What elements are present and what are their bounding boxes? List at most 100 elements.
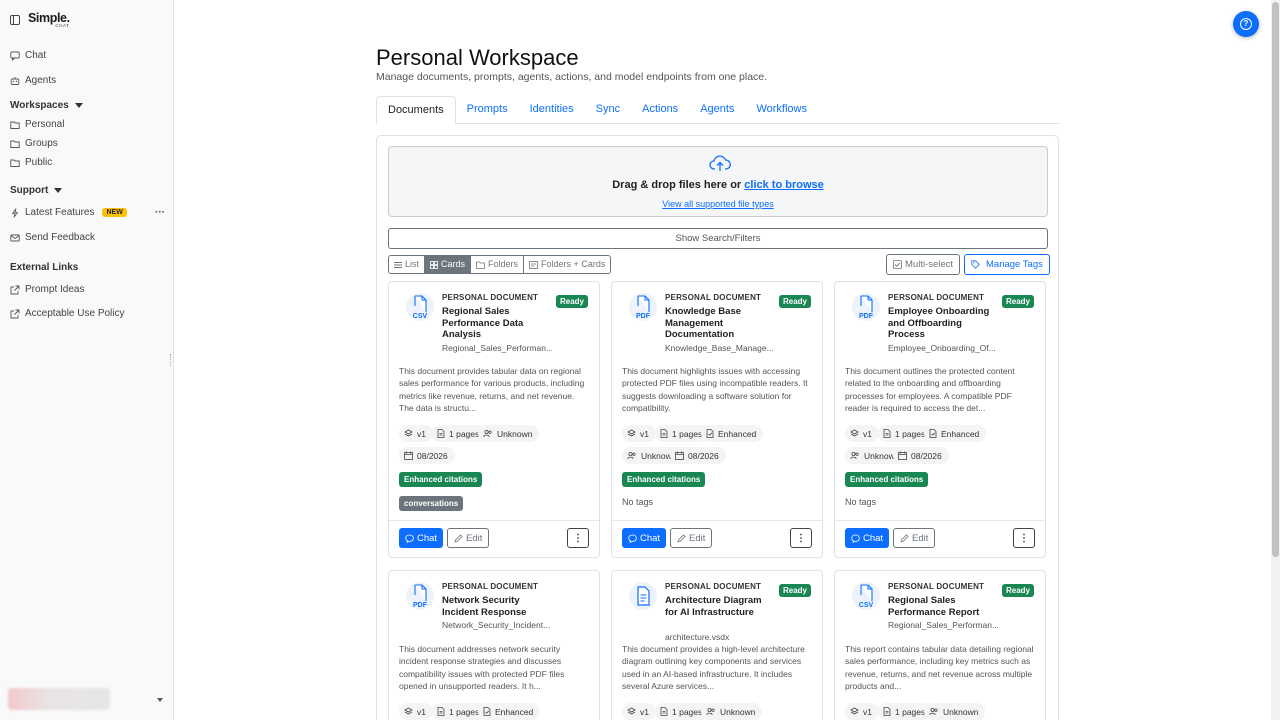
external-links-heading: External Links: [10, 262, 79, 273]
edit-button[interactable]: Edit: [447, 528, 490, 548]
version-chip: v1: [399, 425, 433, 442]
page-icon: [437, 707, 445, 716]
help-button[interactable]: ?: [1233, 11, 1259, 37]
scrollbar-thumb[interactable]: [1272, 2, 1279, 557]
document-description: This document provides a high-level arch…: [622, 644, 805, 692]
view-mode-group: List Cards Folders Folders + Cards: [388, 255, 612, 274]
date-chip: 08/2026: [399, 447, 455, 464]
sidebar-toggle-icon[interactable]: [10, 15, 20, 25]
tag-icon: [971, 260, 980, 269]
version-chip: v1: [399, 703, 433, 720]
enhanced-chip: Enhanced: [701, 425, 764, 442]
supported-file-types-link[interactable]: View all supported file types: [389, 199, 1047, 209]
pencil-icon: [677, 533, 686, 543]
sidebar-item-agents[interactable]: Agents: [10, 75, 56, 86]
caret-down-icon: [74, 103, 83, 108]
pencil-icon: [900, 533, 909, 543]
tab-actions[interactable]: Actions: [631, 96, 689, 124]
sidebar-item-public[interactable]: Public: [10, 157, 52, 168]
document-title: Regional Sales Performance Report: [888, 595, 980, 618]
enhanced-citations-badge: Enhanced citations: [399, 472, 483, 487]
more-actions-button[interactable]: ⋮: [1013, 528, 1035, 548]
view-folders-button[interactable]: Folders: [470, 255, 525, 274]
envelope-icon: [10, 234, 20, 241]
multi-select-button[interactable]: Multi-select: [886, 254, 961, 275]
document-card[interactable]: CSV PERSONAL DOCUMENT Ready Regional Sales …: [834, 570, 1046, 720]
tag-badge[interactable]: conversations: [399, 496, 464, 511]
status-badge: Ready: [778, 584, 811, 597]
no-tags-text: No tags: [622, 497, 654, 507]
document-card[interactable]: PDF PERSONAL DOCUMENT Ready Knowledge Base …: [611, 281, 823, 558]
document-card[interactable]: CSV PERSONAL DOCUMENT Ready Regional Sales …: [388, 281, 600, 558]
workspaces-section-toggle[interactable]: Workspaces: [10, 100, 83, 111]
tab-sync[interactable]: Sync: [585, 96, 631, 124]
edit-button[interactable]: Edit: [670, 528, 713, 548]
enhanced-doc-icon: [706, 429, 714, 438]
page-scrollbar[interactable]: [1271, 0, 1280, 720]
support-section-toggle[interactable]: Support: [10, 185, 63, 196]
document-type-label: PERSONAL DOCUMENT: [442, 582, 539, 591]
card-divider: [835, 520, 1045, 521]
people-icon: [929, 707, 938, 716]
document-type-label: PERSONAL DOCUMENT: [665, 582, 762, 591]
sidebar-item-acceptable-use-policy[interactable]: Acceptable Use Policy: [10, 308, 125, 319]
show-search-filters-button[interactable]: Show Search/Filters: [388, 228, 1048, 249]
tab-prompts[interactable]: Prompts: [456, 96, 519, 124]
view-list-button[interactable]: List: [388, 255, 426, 274]
document-card[interactable]: PDF PERSONAL DOCUMENT Ready Employee Onboar…: [834, 281, 1046, 558]
chat-button[interactable]: Chat: [399, 528, 444, 548]
chat-icon: [628, 534, 637, 543]
tab-documents[interactable]: Documents: [376, 96, 456, 124]
document-filename: Knowledge_Base_Manage...: [665, 343, 774, 354]
page-subtitle: Manage documents, prompts, agents, actio…: [376, 71, 768, 83]
document-description: This document provides tabular data on r…: [399, 366, 585, 414]
more-actions-button[interactable]: ⋮: [790, 528, 812, 548]
tab-workflows[interactable]: Workflows: [745, 96, 818, 124]
user-profile-avatar[interactable]: [8, 688, 110, 710]
sidebar-item-prompt-ideas[interactable]: Prompt Ideas: [10, 284, 84, 295]
tab-identities[interactable]: Identities: [519, 96, 585, 124]
tab-agents[interactable]: Agents: [689, 96, 745, 124]
sidebar-item-send-feedback[interactable]: Send Feedback: [10, 232, 95, 243]
csv-file-icon: CSV: [847, 581, 885, 611]
people-icon: [706, 707, 715, 716]
manage-tags-button[interactable]: Manage Tags: [964, 254, 1050, 275]
pdf-file-icon: PDF: [401, 581, 439, 611]
sidebar-item-groups[interactable]: Groups: [10, 138, 58, 149]
sidebar-item-personal[interactable]: Personal: [10, 119, 64, 130]
people-icon: [850, 451, 859, 460]
logo[interactable]: Simple. CHAT: [28, 12, 70, 28]
date-chip: 08/2026: [670, 447, 726, 464]
page-icon: [883, 707, 891, 716]
chat-button[interactable]: Chat: [845, 528, 890, 548]
more-options-icon[interactable]: ···: [155, 207, 165, 218]
edit-button[interactable]: Edit: [893, 528, 936, 548]
kebab-menu-icon: ⋮: [796, 532, 806, 544]
document-title: Employee Onboarding and Offboarding Proc…: [888, 306, 990, 341]
chat-button[interactable]: Chat: [622, 528, 667, 548]
sidebar-item-latest-features[interactable]: Latest Features NEW: [10, 207, 127, 218]
view-folders-cards-button[interactable]: Folders + Cards: [523, 255, 612, 274]
enhanced-doc-icon: [483, 707, 491, 716]
lightning-icon: [11, 208, 19, 217]
file-dropzone[interactable]: Drag & drop files here or click to brows…: [388, 146, 1048, 217]
view-cards-button[interactable]: Cards: [424, 255, 472, 274]
csv-file-icon: CSV: [401, 292, 439, 322]
profile-menu-caret-icon[interactable]: [157, 698, 163, 702]
browse-link[interactable]: click to browse: [744, 179, 823, 191]
more-actions-button[interactable]: ⋮: [567, 528, 589, 548]
chat-icon: [10, 51, 20, 61]
new-badge: NEW: [102, 208, 127, 217]
brand: Simple. CHAT: [10, 12, 70, 28]
sidebar-item-chat[interactable]: Chat: [10, 50, 46, 61]
document-filename: Network_Security_Incident...: [442, 620, 551, 631]
sidebar-resize-handle[interactable]: [170, 354, 172, 366]
version-chip: v1: [622, 703, 656, 720]
dropzone-text: Drag & drop files here or click to brows…: [612, 179, 824, 191]
document-card[interactable]: PDF PERSONAL DOCUMENT Network Security Inc…: [388, 570, 600, 720]
document-description: This document outlines the protected con…: [845, 366, 1015, 414]
page-title: Personal Workspace: [376, 45, 579, 70]
document-card[interactable]: PERSONAL DOCUMENT Ready Architecture Diagr…: [611, 570, 823, 720]
folder-cards-icon: [529, 260, 538, 269]
pdf-file-icon: PDF: [847, 292, 885, 322]
